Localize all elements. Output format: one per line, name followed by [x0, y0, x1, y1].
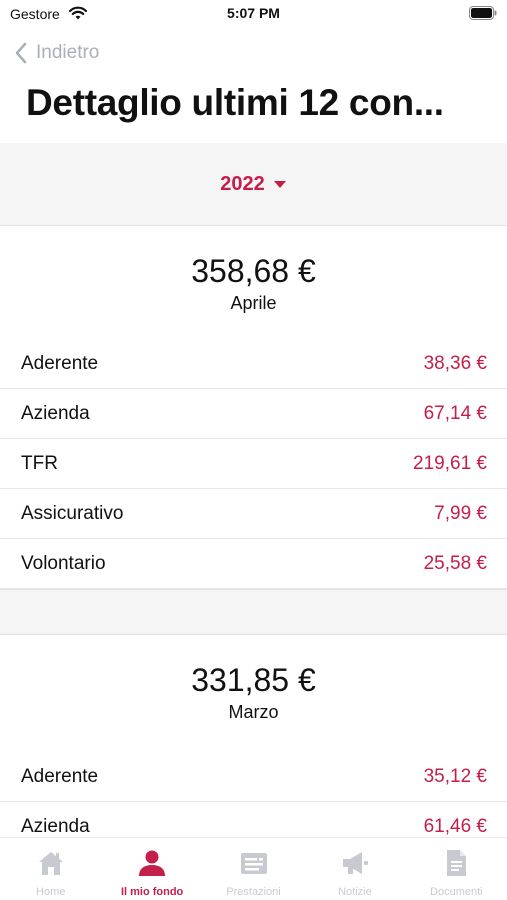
- row-label: Assicurativo: [21, 502, 124, 524]
- tab-documenti[interactable]: Documenti: [406, 838, 507, 900]
- row-value: 7,99 €: [434, 502, 487, 524]
- tab-label: Il mio fondo: [120, 886, 184, 898]
- battery-icon: [469, 6, 497, 20]
- contribution-row: Aderente 35,12 €: [0, 752, 507, 802]
- document-icon: [447, 850, 467, 876]
- contribution-row: Azienda 67,14 €: [0, 389, 507, 439]
- row-label: Aderente: [21, 765, 99, 787]
- caret-down-icon: [273, 180, 286, 188]
- contribution-row: Azienda 61,46 €: [0, 802, 507, 837]
- month-name: Aprile: [230, 293, 277, 313]
- person-icon: [139, 850, 166, 876]
- status-bar: Gestore 5:07 PM: [0, 0, 507, 28]
- month-total: 358,68 €: [191, 253, 316, 289]
- month-section: 358,68 € Aprile Aderente 38,36 € Azienda…: [0, 226, 507, 589]
- row-label: Azienda: [21, 402, 90, 424]
- row-value: 38,36 €: [423, 352, 487, 374]
- row-value: 35,12 €: [423, 765, 487, 787]
- tab-label: Prestazioni: [226, 886, 281, 898]
- page-title: Dettaglio ultimi 12 con...: [26, 82, 444, 123]
- month-header: 358,68 € Aprile: [0, 226, 507, 339]
- tab-bar: Home Il mio fondo Prestazioni Notizie Do…: [0, 837, 507, 900]
- tab-label: Notizie: [338, 886, 372, 898]
- year-band: 2022: [0, 143, 507, 226]
- contribution-row: TFR 219,61 €: [0, 439, 507, 489]
- contributions-list[interactable]: 358,68 € Aprile Aderente 38,36 € Azienda…: [0, 226, 507, 837]
- chevron-left-icon: [15, 42, 27, 64]
- month-name: Marzo: [228, 702, 279, 722]
- contribution-row: Volontario 25,58 €: [0, 539, 507, 589]
- tab-notizie[interactable]: Notizie: [304, 838, 405, 900]
- row-value: 25,58 €: [423, 552, 487, 574]
- tab-prestazioni[interactable]: Prestazioni: [203, 838, 304, 900]
- year-dropdown[interactable]: 2022: [220, 173, 287, 196]
- section-separator: [0, 589, 507, 635]
- row-value: 61,46 €: [423, 815, 487, 837]
- row-label: Azienda: [21, 815, 90, 837]
- year-value: 2022: [220, 172, 265, 195]
- list-card-icon: [240, 853, 267, 874]
- tab-home[interactable]: Home: [0, 838, 101, 900]
- month-section: 331,85 € Marzo Aderente 35,12 € Azienda …: [0, 635, 507, 837]
- tab-label: Documenti: [430, 886, 483, 898]
- status-time: 5:07 PM: [227, 5, 280, 21]
- home-icon: [38, 852, 63, 875]
- screen: Gestore 5:07 PM Indietro Dettaglio ultim…: [0, 0, 507, 900]
- row-value: 67,14 €: [423, 402, 487, 424]
- row-label: Volontario: [21, 552, 106, 574]
- back-button[interactable]: Indietro: [14, 38, 99, 68]
- megaphone-icon: [342, 852, 368, 874]
- month-header: 331,85 € Marzo: [0, 635, 507, 752]
- contribution-row: Aderente 38,36 €: [0, 339, 507, 389]
- back-label: Indietro: [36, 42, 100, 63]
- contribution-row: Assicurativo 7,99 €: [0, 489, 507, 539]
- month-total: 331,85 €: [191, 662, 316, 698]
- row-label: Aderente: [21, 352, 99, 374]
- row-value: 219,61 €: [413, 452, 487, 474]
- row-label: TFR: [21, 452, 58, 474]
- tab-il-mio-fondo[interactable]: Il mio fondo: [101, 838, 202, 900]
- tab-label: Home: [36, 886, 66, 898]
